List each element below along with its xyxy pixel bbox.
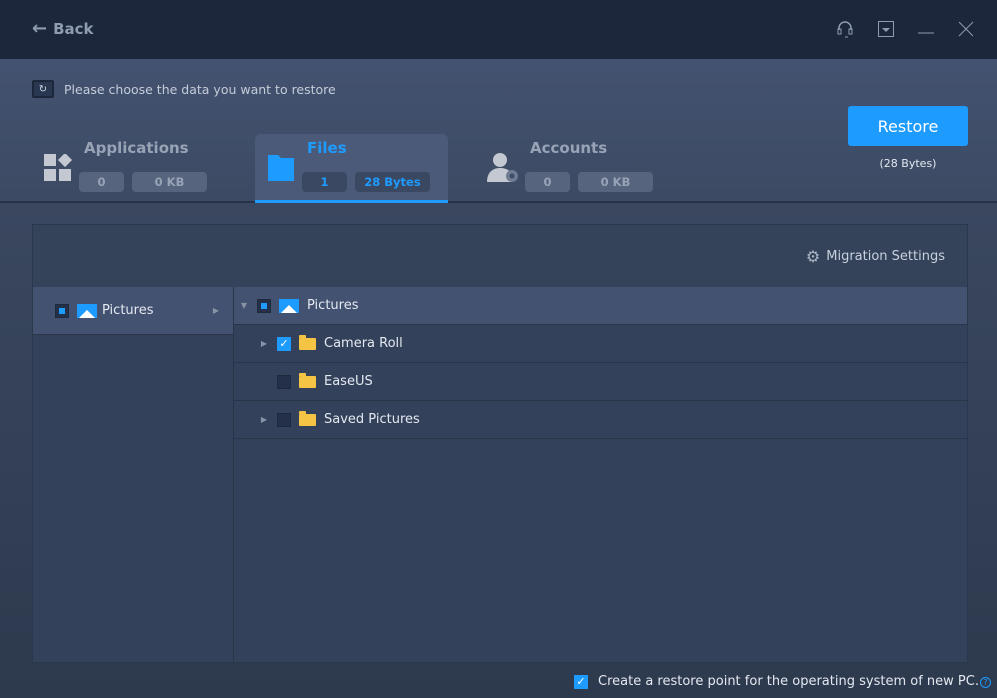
tree-row[interactable]: ▼ Pictures xyxy=(234,287,967,325)
tab-accounts[interactable]: Accounts 0 0 KB xyxy=(475,134,668,203)
checkbox[interactable] xyxy=(277,374,291,389)
migration-settings-button[interactable]: ⚙ Migration Settings xyxy=(806,247,945,266)
panel-toolbar: ⚙ Migration Settings xyxy=(33,225,967,287)
tree-row[interactable]: ▶ ✓ Camera Roll xyxy=(234,325,967,363)
back-button[interactable]: ← Back xyxy=(32,18,94,39)
data-panel: ⚙ Migration Settings Pictures ▶ ▼ Pictur… xyxy=(32,224,968,663)
category-item-pictures[interactable]: Pictures ▶ xyxy=(33,287,233,335)
checkbox[interactable] xyxy=(277,412,291,427)
prompt-text: Please choose the data you want to resto… xyxy=(64,81,336,97)
restore-point-option[interactable]: ✓ Create a restore point for the operati… xyxy=(574,674,991,689)
count-badge: 1 xyxy=(302,172,347,192)
file-tree: ▼ Pictures ▶ ✓ Camera Roll EaseUS ▶ Save… xyxy=(234,287,967,662)
pictures-icon xyxy=(279,298,299,313)
close-icon[interactable] xyxy=(955,18,977,40)
checkbox[interactable] xyxy=(55,303,69,318)
tree-row[interactable]: ▶ Saved Pictures xyxy=(234,401,967,439)
restore-point-label: Create a restore point for the operating… xyxy=(598,674,979,689)
folder-icon xyxy=(299,410,316,426)
restore-size: (28 Bytes) xyxy=(879,157,937,170)
title-bar: ← Back xyxy=(0,0,997,59)
headset-icon[interactable] xyxy=(834,18,856,40)
folder-icon xyxy=(299,334,316,350)
minimize-icon[interactable] xyxy=(915,18,937,40)
prompt: ↻ Please choose the data you want to res… xyxy=(32,80,336,98)
tree-row[interactable]: EaseUS xyxy=(234,363,967,401)
folder-icon xyxy=(299,372,316,388)
tab-files[interactable]: Files 1 28 Bytes xyxy=(255,134,448,203)
tab-label: Files xyxy=(307,139,347,157)
restore-point-checkbox[interactable]: ✓ xyxy=(574,674,588,689)
apps-icon xyxy=(44,154,73,181)
chevron-right-icon: ▶ xyxy=(212,306,220,315)
category-label: Pictures xyxy=(102,303,154,318)
size-badge: 0 KB xyxy=(578,172,653,192)
restore-monitor-icon: ↻ xyxy=(32,80,54,98)
category-list: Pictures ▶ xyxy=(33,287,234,662)
tab-label: Applications xyxy=(84,139,189,157)
gear-icon: ⚙ xyxy=(805,247,821,266)
menu-dropdown-icon[interactable] xyxy=(875,18,897,40)
caret-right-icon[interactable]: ▶ xyxy=(259,415,269,424)
caret-down-icon[interactable]: ▼ xyxy=(239,301,249,310)
folder-icon xyxy=(268,155,294,181)
caret-right-icon[interactable]: ▶ xyxy=(259,339,269,348)
size-badge: 0 KB xyxy=(132,172,207,192)
tab-applications[interactable]: Applications 0 0 KB xyxy=(30,134,223,203)
tree-label: EaseUS xyxy=(324,374,373,389)
tree-label: Pictures xyxy=(307,298,359,313)
arrow-left-icon: ← xyxy=(32,18,48,39)
count-badge: 0 xyxy=(79,172,124,192)
migration-settings-label: Migration Settings xyxy=(826,249,945,264)
tab-label: Accounts xyxy=(530,139,608,157)
size-badge: 28 Bytes xyxy=(355,172,430,192)
checkbox[interactable]: ✓ xyxy=(277,336,291,351)
back-label: Back xyxy=(53,19,94,38)
pictures-icon xyxy=(77,303,97,318)
checkbox[interactable] xyxy=(257,298,271,313)
restore-button[interactable]: Restore xyxy=(848,106,968,146)
help-icon[interactable]: ? xyxy=(979,677,991,688)
count-badge: 0 xyxy=(525,172,570,192)
tree-label: Camera Roll xyxy=(324,336,403,351)
account-settings-icon xyxy=(487,153,518,182)
tree-label: Saved Pictures xyxy=(324,412,420,427)
